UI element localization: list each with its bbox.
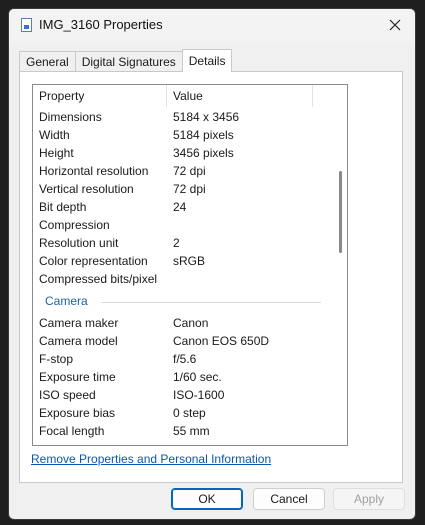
- property-value: [167, 270, 333, 288]
- list-item[interactable]: F-stop f/5.6: [33, 350, 333, 368]
- list-rows: Dimensions 5184 x 3456 Width 5184 pixels Hei…: [33, 108, 333, 440]
- list-item[interactable]: Compression: [33, 216, 333, 234]
- property-value: 72 dpi: [173, 182, 206, 196]
- property-value: f/5.6: [173, 352, 197, 366]
- list-item[interactable]: Focal length 55 mm: [33, 422, 333, 440]
- property-value: Canon: [173, 316, 209, 330]
- details-list[interactable]: Property Value Dimensions 5184 x 3456 Widt…: [32, 84, 348, 446]
- property-name: Resolution unit: [39, 236, 119, 250]
- window-title: IMG_3160 Properties: [39, 17, 163, 32]
- list-item[interactable]: Resolution unit 2: [33, 234, 333, 252]
- list-item[interactable]: Compressed bits/pixel: [33, 270, 333, 288]
- column-header-property[interactable]: Property: [33, 85, 167, 107]
- apply-button[interactable]: Apply: [333, 488, 405, 510]
- property-value: 0 step: [173, 406, 206, 420]
- close-icon: [389, 19, 401, 31]
- list-item[interactable]: Camera maker Canon: [33, 314, 333, 332]
- properties-dialog: IMG_3160 Properties General Digital Sign…: [8, 8, 416, 520]
- image-file-icon: [21, 18, 32, 32]
- list-item[interactable]: Height 3456 pixels: [33, 144, 333, 162]
- list-item[interactable]: ISO speed ISO-1600: [33, 386, 333, 404]
- tab-general[interactable]: General: [19, 51, 76, 72]
- remove-properties-link[interactable]: Remove Properties and Personal Informati…: [31, 452, 271, 466]
- property-name: F-stop: [39, 352, 74, 366]
- list-item[interactable]: Exposure time 1/60 sec.: [33, 368, 333, 386]
- property-name: Bit depth: [39, 200, 87, 214]
- property-value: 55 mm: [173, 424, 210, 438]
- property-name: Compressed bits/pixel: [39, 272, 158, 286]
- list-item[interactable]: Exposure bias 0 step: [33, 404, 333, 422]
- property-name: Focal length: [39, 424, 105, 438]
- group-divider: [101, 302, 321, 303]
- property-name: Compression: [39, 218, 110, 232]
- property-name: Camera model: [39, 334, 118, 348]
- group-header-camera: Camera: [33, 288, 333, 314]
- property-value: 5184 x 3456: [173, 110, 240, 124]
- property-value: 5184 pixels: [173, 128, 234, 142]
- property-value: 72 dpi: [173, 164, 206, 178]
- tab-details[interactable]: Details: [181, 49, 233, 72]
- property-value: ISO-1600: [173, 388, 225, 402]
- list-header: Property Value: [33, 85, 333, 107]
- property-value: 1/60 sec.: [173, 370, 222, 384]
- property-value: Canon EOS 650D: [173, 334, 270, 348]
- property-name: ISO speed: [39, 388, 96, 402]
- property-value: sRGB: [173, 254, 206, 268]
- list-item[interactable]: Vertical resolution 72 dpi: [33, 180, 333, 198]
- column-header-value[interactable]: Value: [167, 85, 313, 107]
- property-value: [167, 216, 333, 234]
- property-name: Color representation: [39, 254, 148, 268]
- property-name: Dimensions: [39, 110, 102, 124]
- list-item[interactable]: Horizontal resolution 72 dpi: [33, 162, 333, 180]
- title-bar: IMG_3160 Properties: [9, 9, 415, 41]
- scrollbar-thumb[interactable]: [339, 171, 342, 253]
- property-name: Exposure time: [39, 370, 116, 384]
- list-item[interactable]: Dimensions 5184 x 3456: [33, 108, 333, 126]
- details-panel: Property Value Dimensions 5184 x 3456 Widt…: [19, 71, 403, 483]
- list-item[interactable]: Width 5184 pixels: [33, 126, 333, 144]
- property-value: 2: [173, 236, 180, 250]
- property-value: 24: [173, 200, 187, 214]
- list-item[interactable]: Camera model Canon EOS 650D: [33, 332, 333, 350]
- property-name: Width: [39, 128, 70, 142]
- property-name: Horizontal resolution: [39, 164, 149, 178]
- list-item[interactable]: Bit depth 24: [33, 198, 333, 216]
- cancel-button[interactable]: Cancel: [253, 488, 325, 510]
- tab-strip: General Digital Signatures Details: [19, 49, 233, 72]
- property-name: Exposure bias: [39, 406, 116, 420]
- vertical-scrollbar[interactable]: [333, 85, 347, 445]
- property-value: 3456 pixels: [173, 146, 234, 160]
- property-name: Camera maker: [39, 316, 119, 330]
- close-button[interactable]: [385, 15, 405, 35]
- property-name: Height: [39, 146, 74, 160]
- list-item[interactable]: Color representation sRGB: [33, 252, 333, 270]
- tab-digital-signatures[interactable]: Digital Signatures: [74, 51, 183, 72]
- group-label: Camera: [45, 294, 92, 308]
- property-name: Vertical resolution: [39, 182, 134, 196]
- ok-button[interactable]: OK: [171, 488, 243, 510]
